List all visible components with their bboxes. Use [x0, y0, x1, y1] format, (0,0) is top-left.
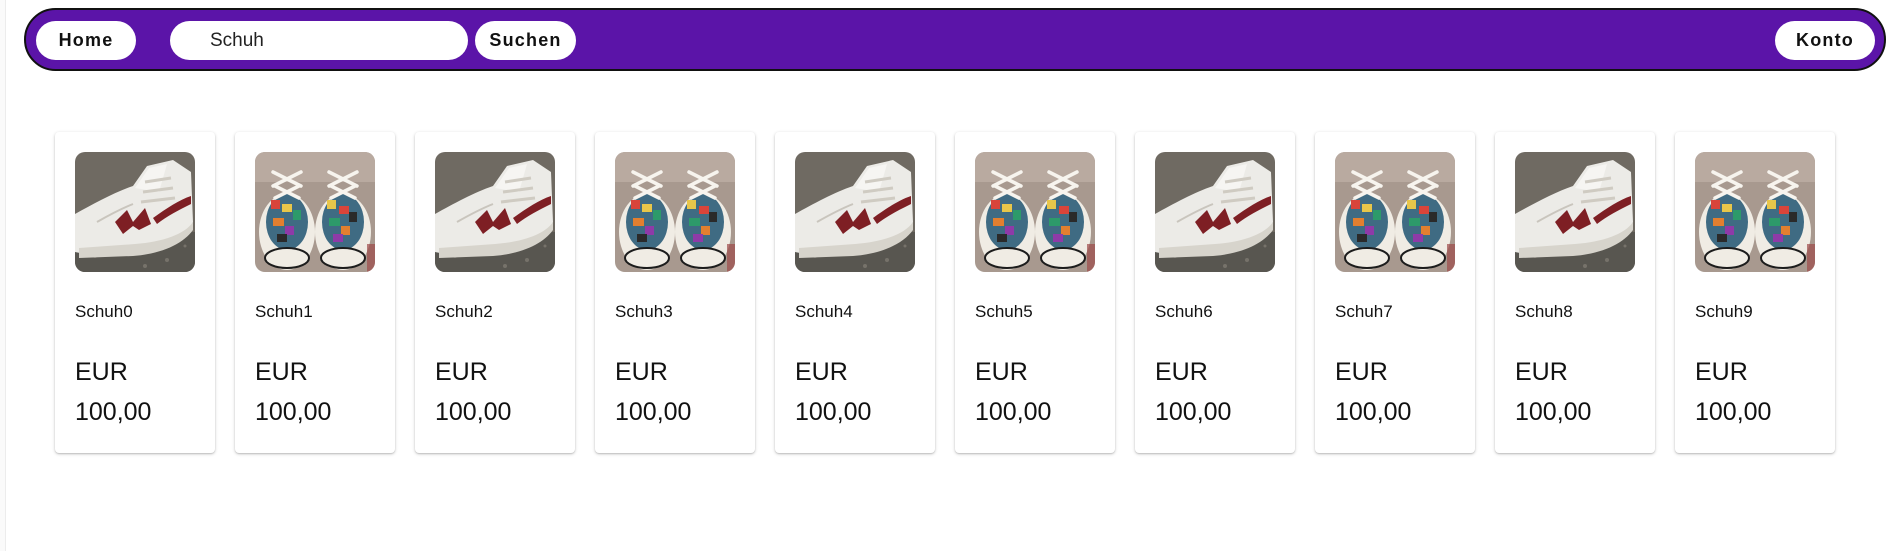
product-price-currency: EUR	[435, 358, 488, 386]
product-image[interactable]	[975, 152, 1095, 272]
page-left-border	[0, 0, 6, 551]
product-price-currency: EUR	[75, 358, 128, 386]
product-image[interactable]	[615, 152, 735, 272]
product-image[interactable]	[255, 152, 375, 272]
product-price-amount: 100,00	[615, 398, 692, 426]
product-name: Schuh5	[975, 302, 1033, 321]
product-image[interactable]	[1515, 152, 1635, 272]
product-name: Schuh2	[435, 302, 493, 321]
product-card[interactable]: Schuh4 EUR 100,00	[775, 132, 935, 453]
product-card[interactable]: Schuh9 EUR 100,00	[1675, 132, 1835, 453]
product-image[interactable]	[435, 152, 555, 272]
product-card[interactable]: Schuh1 EUR 100,00	[235, 132, 395, 453]
product-card[interactable]: Schuh5 EUR 100,00	[955, 132, 1115, 453]
product-price-currency: EUR	[1515, 358, 1568, 386]
product-price-amount: 100,00	[75, 398, 152, 426]
product-price-amount: 100,00	[1335, 398, 1412, 426]
top-navbar: Home Suchen Konto	[24, 8, 1886, 71]
product-price-currency: EUR	[795, 358, 848, 386]
product-price-amount: 100,00	[975, 398, 1052, 426]
product-image[interactable]	[1155, 152, 1275, 272]
product-card[interactable]: Schuh3 EUR 100,00	[595, 132, 755, 453]
product-price-amount: 100,00	[1155, 398, 1232, 426]
product-name: Schuh4	[795, 302, 853, 321]
product-price-amount: 100,00	[1515, 398, 1592, 426]
product-name: Schuh8	[1515, 302, 1573, 321]
product-price-currency: EUR	[255, 358, 308, 386]
product-name: Schuh3	[615, 302, 673, 321]
product-price-amount: 100,00	[435, 398, 512, 426]
search-input[interactable]	[170, 21, 468, 60]
product-card[interactable]: Schuh6 EUR 100,00	[1135, 132, 1295, 453]
product-price-currency: EUR	[1335, 358, 1388, 386]
product-price-currency: EUR	[975, 358, 1028, 386]
product-name: Schuh9	[1695, 302, 1753, 321]
product-card[interactable]: Schuh2 EUR 100,00	[415, 132, 575, 453]
product-price-currency: EUR	[615, 358, 668, 386]
home-button[interactable]: Home	[36, 21, 136, 60]
product-card[interactable]: Schuh8 EUR 100,00	[1495, 132, 1655, 453]
product-image[interactable]	[1695, 152, 1815, 272]
product-price-amount: 100,00	[1695, 398, 1772, 426]
product-image[interactable]	[75, 152, 195, 272]
search-button[interactable]: Suchen	[475, 21, 576, 60]
product-image[interactable]	[795, 152, 915, 272]
product-card[interactable]: Schuh7 EUR 100,00	[1315, 132, 1475, 453]
product-price-amount: 100,00	[795, 398, 872, 426]
product-name: Schuh6	[1155, 302, 1213, 321]
account-button[interactable]: Konto	[1775, 21, 1875, 60]
product-price-amount: 100,00	[255, 398, 332, 426]
product-name: Schuh1	[255, 302, 313, 321]
product-image[interactable]	[1335, 152, 1455, 272]
product-name: Schuh7	[1335, 302, 1393, 321]
product-card[interactable]: Schuh0 EUR 100,00	[55, 132, 215, 453]
product-name: Schuh0	[75, 302, 133, 321]
product-price-currency: EUR	[1695, 358, 1748, 386]
product-price-currency: EUR	[1155, 358, 1208, 386]
